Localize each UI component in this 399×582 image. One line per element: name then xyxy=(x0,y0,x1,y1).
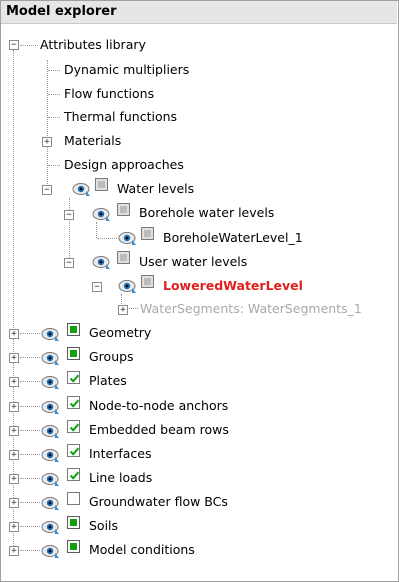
expand-icon[interactable]: + xyxy=(9,522,19,532)
expand-icon[interactable]: + xyxy=(9,474,19,484)
expand-icon[interactable]: + xyxy=(9,329,19,339)
collapse-icon[interactable]: − xyxy=(9,40,19,50)
tree-item-plates[interactable]: Plates xyxy=(89,373,127,389)
expand-icon[interactable]: + xyxy=(9,546,19,556)
checkmark-icon xyxy=(69,399,80,408)
collapse-icon[interactable]: − xyxy=(64,210,74,220)
visibility-eye-icon[interactable] xyxy=(41,326,61,342)
tree-connector xyxy=(20,357,40,358)
visibility-eye-icon[interactable] xyxy=(41,471,61,487)
tree-connector xyxy=(96,222,97,238)
tree-item-lowered-water-level[interactable]: LoweredWaterLevel xyxy=(163,278,303,294)
tree-connector xyxy=(20,430,40,431)
active-checkbox[interactable] xyxy=(67,396,80,409)
visibility-eye-icon[interactable] xyxy=(92,206,112,222)
state-checkbox[interactable] xyxy=(141,227,154,240)
visibility-eye-icon[interactable] xyxy=(41,519,61,535)
tree-item-groundwater-flow-bcs[interactable]: Groundwater flow BCs xyxy=(89,494,228,510)
tree-item-user-water-levels[interactable]: User water levels xyxy=(139,254,247,270)
visibility-state-checkbox[interactable] xyxy=(67,540,80,553)
tree-item-thermal-functions[interactable]: Thermal functions xyxy=(64,109,177,125)
state-checkbox[interactable] xyxy=(95,178,108,191)
tree-item-soils[interactable]: Soils xyxy=(89,518,118,534)
tree-item-design-approaches[interactable]: Design approaches xyxy=(64,157,184,173)
visibility-eye-icon[interactable] xyxy=(41,447,61,463)
expand-icon[interactable]: + xyxy=(42,137,52,147)
visibility-eye-icon[interactable] xyxy=(41,350,61,366)
visibility-eye-icon[interactable] xyxy=(41,543,61,559)
tree-item-geometry[interactable]: Geometry xyxy=(89,325,151,341)
tree-item-node-to-node-anchors[interactable]: Node-to-node anchors xyxy=(89,398,228,414)
tree-item-water-levels[interactable]: Water levels xyxy=(117,181,194,197)
visibility-eye-icon[interactable] xyxy=(118,230,138,246)
visibility-eye-icon[interactable] xyxy=(72,181,92,197)
expand-icon[interactable]: + xyxy=(9,426,19,436)
state-checkbox[interactable] xyxy=(141,275,154,288)
tree-item-flow-functions[interactable]: Flow functions xyxy=(64,86,154,102)
tree-item-borehole-water-level-1[interactable]: BoreholeWaterLevel_1 xyxy=(163,230,303,246)
collapse-icon[interactable]: − xyxy=(42,185,52,195)
state-checkbox[interactable] xyxy=(117,203,130,216)
tree-item-borehole-water-levels[interactable]: Borehole water levels xyxy=(139,205,274,221)
visibility-eye-icon[interactable] xyxy=(118,278,138,294)
tree-item-water-segments[interactable]: WaterSegments: WaterSegments_1 xyxy=(140,301,362,317)
tree-connector xyxy=(20,550,40,551)
expand-icon[interactable]: + xyxy=(9,353,19,363)
state-checkbox[interactable] xyxy=(117,251,130,264)
active-checkbox[interactable] xyxy=(67,420,80,433)
visibility-state-checkbox[interactable] xyxy=(67,347,80,360)
visibility-eye-icon[interactable] xyxy=(41,423,61,439)
active-checkbox[interactable] xyxy=(67,468,80,481)
tree-item-line-loads[interactable]: Line loads xyxy=(89,470,152,486)
visibility-eye-icon[interactable] xyxy=(41,495,61,511)
model-tree: − Attributes library Dynamic multipliers… xyxy=(0,0,399,582)
tree-item-model-conditions[interactable]: Model conditions xyxy=(89,542,195,558)
tree-connector xyxy=(20,526,40,527)
tree-connector xyxy=(20,478,40,479)
tree-connector xyxy=(48,117,60,118)
tree-connector xyxy=(48,70,60,71)
inactive-checkbox[interactable] xyxy=(67,492,80,505)
checkmark-icon xyxy=(69,447,80,456)
tree-connector xyxy=(97,238,117,239)
tree-connector xyxy=(69,198,70,262)
expand-icon[interactable]: + xyxy=(9,498,19,508)
tree-item-dynamic-multipliers[interactable]: Dynamic multipliers xyxy=(64,62,189,78)
tree-connector xyxy=(20,406,40,407)
checkmark-icon xyxy=(69,423,80,432)
checkmark-icon xyxy=(69,471,80,480)
expand-icon[interactable]: + xyxy=(9,450,19,460)
visibility-eye-icon[interactable] xyxy=(41,374,61,390)
tree-connector xyxy=(20,333,40,334)
collapse-icon[interactable]: − xyxy=(92,282,102,292)
expand-icon[interactable]: + xyxy=(118,305,128,315)
tree-connector xyxy=(48,94,60,95)
tree-item-materials[interactable]: Materials xyxy=(64,133,121,149)
visibility-eye-icon[interactable] xyxy=(92,254,112,270)
tree-item-interfaces[interactable]: Interfaces xyxy=(89,446,151,462)
active-checkbox[interactable] xyxy=(67,371,80,384)
tree-connector xyxy=(20,45,38,46)
tree-item-embedded-beam-rows[interactable]: Embedded beam rows xyxy=(89,422,229,438)
tree-item-attributes-library[interactable]: Attributes library xyxy=(40,37,146,53)
tree-connector xyxy=(20,502,40,503)
expand-icon[interactable]: + xyxy=(9,402,19,412)
visibility-eye-icon[interactable] xyxy=(41,399,61,415)
visibility-state-checkbox[interactable] xyxy=(67,323,80,336)
visibility-state-checkbox[interactable] xyxy=(67,516,80,529)
tree-connector xyxy=(48,165,60,166)
checkmark-icon xyxy=(69,374,80,383)
tree-item-groups[interactable]: Groups xyxy=(89,349,134,365)
active-checkbox[interactable] xyxy=(67,444,80,457)
tree-connector xyxy=(20,454,40,455)
collapse-icon[interactable]: − xyxy=(64,258,74,268)
tree-connector xyxy=(20,381,40,382)
expand-icon[interactable]: + xyxy=(9,377,19,387)
